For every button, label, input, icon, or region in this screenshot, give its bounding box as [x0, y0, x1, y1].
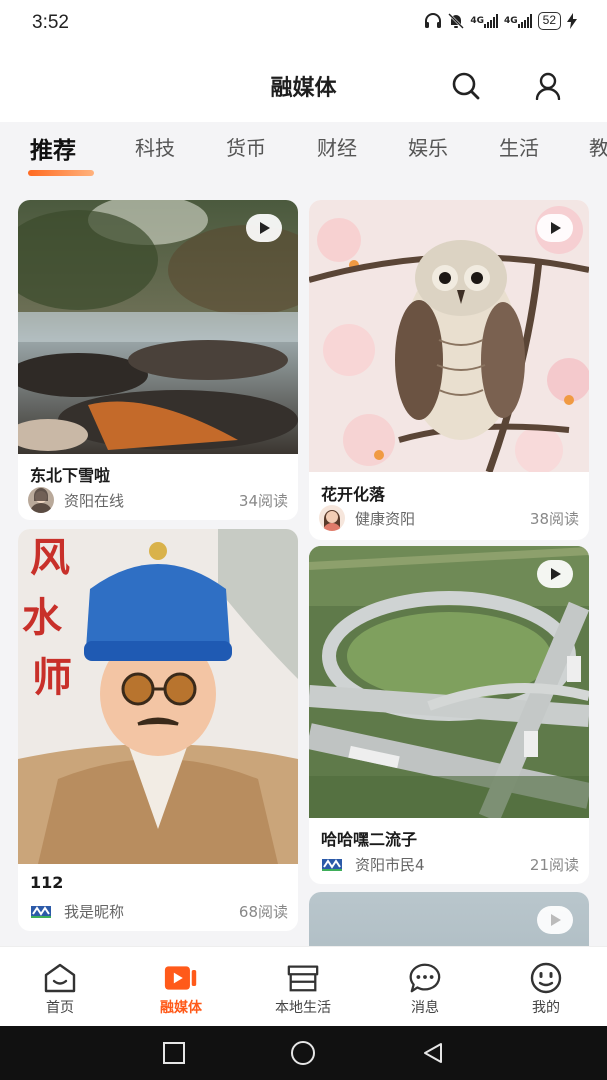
card-thumbnail [18, 200, 298, 454]
feed-card[interactable]: 哈哈嘿二流子 资阳市民4 21阅读 [309, 546, 589, 884]
card-meta: 健康资阳 38阅读 [319, 505, 579, 531]
smiley-icon [529, 961, 563, 995]
nav-item-media[interactable]: 融媒体 [131, 955, 231, 1021]
bell-muted-icon [448, 13, 465, 29]
nav-item-messages[interactable]: 消息 [375, 955, 475, 1021]
network-type: 4G [503, 15, 518, 26]
play-icon [551, 222, 561, 234]
app-header: 融媒体 [0, 50, 607, 122]
nav-item-home[interactable]: 首页 [10, 955, 110, 1021]
card-title: 哈哈嘿二流子 [321, 830, 418, 849]
search-button[interactable] [450, 70, 482, 102]
signal-icon: 4G [504, 14, 532, 28]
feed-card[interactable]: 花开化落 健康资阳 38阅读 [309, 200, 589, 540]
card-thumbnail [309, 892, 589, 946]
battery-icon: 52 [537, 12, 561, 30]
video-play-icon [164, 961, 198, 995]
recents-button[interactable] [159, 1040, 189, 1066]
avatar [319, 851, 345, 877]
store-icon [286, 961, 320, 995]
chat-bubble-icon [408, 961, 442, 995]
card-meta: 我是昵称 68阅读 [28, 898, 288, 924]
read-count: 34阅读 [238, 491, 288, 510]
search-icon [452, 72, 480, 100]
headphones-icon [424, 13, 442, 29]
nav-label: 本地生活 [275, 1000, 331, 1016]
content-feed[interactable]: 东北下雪啦 资阳在线 34阅读 花开化落 健康资阳 38阅读 风 水 师 112… [0, 182, 607, 946]
battery-level: 52 [542, 13, 556, 27]
nav-label: 融媒体 [160, 1000, 202, 1016]
avatar [28, 898, 54, 924]
tab-finance[interactable]: 财经 [317, 132, 357, 161]
author-name: 资阳市民4 [355, 855, 425, 874]
card-thumbnail [309, 546, 589, 818]
play-icon [551, 568, 561, 580]
page-title: 融媒体 [270, 76, 337, 101]
tab-education[interactable]: 教 [589, 132, 607, 161]
image-text: 师 [32, 654, 72, 701]
signal-icon: 4G [470, 14, 498, 28]
network-type: 4G [470, 15, 484, 26]
home-nav-button[interactable] [288, 1040, 318, 1066]
card-thumbnail: 风 水 师 [18, 529, 298, 864]
tab-technology[interactable]: 科技 [135, 132, 175, 161]
circle-icon [291, 1041, 315, 1065]
card-title: 花开化落 [321, 485, 386, 504]
tab-life[interactable]: 生活 [499, 132, 539, 161]
author-name: 健康资阳 [355, 509, 416, 528]
status-bar: 3:52 4G 4G 52 [0, 0, 607, 50]
play-button[interactable] [537, 560, 573, 588]
image-text: 风 [30, 534, 70, 581]
status-time: 3:52 [32, 12, 69, 33]
read-count: 38阅读 [529, 509, 579, 528]
card-thumbnail [309, 200, 589, 472]
nav-item-me[interactable]: 我的 [496, 955, 596, 1021]
square-icon [163, 1042, 185, 1064]
back-triangle-icon [424, 1043, 442, 1063]
category-tabs: 推荐 科技 货币 财经 娱乐 生活 教 [0, 122, 607, 182]
card-title: 112 [30, 873, 64, 892]
card-meta: 资阳在线 34阅读 [28, 487, 288, 513]
tab-recommend[interactable]: 推荐 [30, 131, 76, 165]
system-nav-bar [0, 1026, 607, 1080]
feed-card[interactable] [309, 892, 589, 946]
author-name: 我是昵称 [64, 902, 125, 921]
tab-entertainment[interactable]: 娱乐 [408, 132, 448, 161]
back-button[interactable] [418, 1040, 448, 1066]
play-button[interactable] [537, 906, 573, 934]
card-title: 东北下雪啦 [30, 466, 111, 485]
bottom-nav: 首页 融媒体 本地生活 消息 我的 [0, 946, 607, 1026]
read-count: 68阅读 [238, 902, 288, 921]
charging-icon [567, 13, 577, 29]
active-tab-indicator [28, 170, 94, 176]
home-icon [43, 961, 77, 995]
tab-currency[interactable]: 货币 [226, 132, 266, 161]
avatar [319, 505, 345, 531]
nav-item-local-life[interactable]: 本地生活 [253, 955, 353, 1021]
play-icon [260, 222, 270, 234]
read-count: 21阅读 [529, 855, 579, 874]
play-button[interactable] [537, 214, 573, 242]
nav-label: 我的 [532, 1000, 560, 1016]
nav-label: 消息 [411, 1000, 439, 1016]
profile-button[interactable] [532, 70, 564, 102]
play-button[interactable] [246, 214, 282, 242]
author-name: 资阳在线 [64, 491, 125, 510]
user-icon [535, 72, 561, 100]
play-icon [551, 914, 561, 926]
feed-card[interactable]: 风 水 师 112 我是昵称 68阅读 [18, 529, 298, 931]
card-meta: 资阳市民4 21阅读 [319, 851, 579, 877]
feed-card[interactable]: 东北下雪啦 资阳在线 34阅读 [18, 200, 298, 520]
nav-label: 首页 [46, 1000, 74, 1016]
image-text: 水 [22, 594, 63, 641]
avatar [28, 487, 54, 513]
status-icons: 4G 4G 52 [424, 12, 577, 30]
